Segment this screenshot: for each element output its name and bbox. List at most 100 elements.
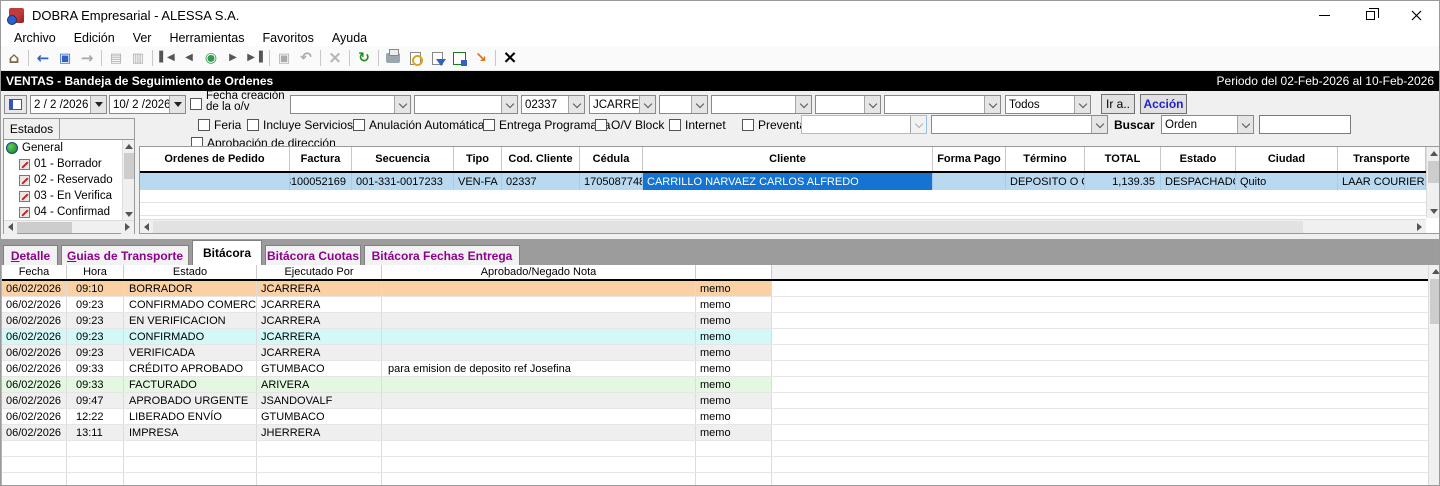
last-record-icon[interactable]: ▶▐ bbox=[244, 48, 266, 68]
tab-bitacora-cuotas[interactable]: Bitácora Cuotas bbox=[265, 245, 361, 265]
accion-button[interactable]: Acción bbox=[1140, 94, 1187, 114]
forward-icon[interactable]: → bbox=[76, 48, 98, 68]
chevron-down-icon[interactable] bbox=[639, 96, 655, 113]
first-record-icon[interactable]: ▌◀ bbox=[156, 48, 178, 68]
checkbox-incluye-servicios[interactable]: Incluye Servicios bbox=[247, 117, 353, 133]
combo-filter-e[interactable] bbox=[815, 95, 881, 114]
memo-cell[interactable]: memo bbox=[696, 345, 772, 360]
scroll-up-icon[interactable] bbox=[1427, 147, 1440, 160]
chevron-down-icon[interactable] bbox=[501, 96, 517, 113]
search-globe-icon[interactable]: ◉ bbox=[200, 48, 222, 68]
scroll-down-icon[interactable] bbox=[1427, 205, 1440, 218]
bitacora-row[interactable]: 06/02/2026 12:22 LIBERADO ENVÍO GTUMBACO… bbox=[2, 409, 1429, 425]
checkbox-box[interactable] bbox=[742, 119, 754, 131]
memo-cell[interactable] bbox=[696, 441, 772, 456]
tab-bitacora[interactable]: Bitácora bbox=[192, 240, 262, 265]
combo-filter-h[interactable] bbox=[931, 115, 1108, 134]
chevron-down-icon[interactable] bbox=[864, 96, 880, 113]
checkbox-feria[interactable]: Feria bbox=[198, 117, 241, 133]
combo-filter-c[interactable] bbox=[659, 95, 708, 114]
checkbox-box[interactable] bbox=[353, 119, 365, 131]
tree-node-estado[interactable]: 03 - En Verifica bbox=[4, 188, 134, 204]
back-icon[interactable]: ← bbox=[32, 48, 54, 68]
close-view-icon[interactable]: × bbox=[499, 48, 521, 68]
checkbox-box[interactable] bbox=[483, 119, 495, 131]
date-from-picker[interactable]: 2 / 2 /2026 bbox=[30, 95, 107, 114]
memo-cell[interactable]: memo bbox=[696, 281, 772, 296]
cell-secuencia[interactable]: 001-331-0017233 bbox=[352, 173, 454, 190]
tab-bitacora-fechas-entrega[interactable]: Bitácora Fechas Entrega bbox=[364, 245, 520, 265]
combo-vendedor[interactable]: JCARRER bbox=[589, 95, 656, 114]
tree-node-estado[interactable]: 01 - Borrador bbox=[4, 156, 134, 172]
scroll-right-icon[interactable] bbox=[121, 221, 134, 234]
order-row-selected[interactable]: 3100052169 001-331-0017233 VEN-FA 02337 … bbox=[140, 173, 1439, 190]
checkbox-box[interactable] bbox=[198, 119, 210, 131]
combo-filter-b[interactable] bbox=[414, 95, 518, 114]
dropdown-arrow-icon[interactable] bbox=[169, 96, 185, 113]
chevron-down-icon[interactable] bbox=[691, 96, 707, 113]
column-selector-button[interactable] bbox=[4, 95, 27, 114]
orders-grid-vscrollbar[interactable] bbox=[1426, 147, 1439, 218]
bitacora-row[interactable] bbox=[2, 457, 1429, 473]
minimize-button[interactable] bbox=[1301, 1, 1347, 29]
chevron-down-icon[interactable] bbox=[795, 96, 811, 113]
cell-tipo[interactable]: VEN-FA bbox=[454, 173, 502, 190]
delete-icon[interactable]: × bbox=[324, 48, 346, 68]
chevron-down-icon[interactable] bbox=[1074, 96, 1090, 113]
cell-factura[interactable]: 3100052169 bbox=[290, 173, 352, 190]
tab-estados[interactable]: Estados bbox=[4, 119, 60, 139]
buscar-input[interactable] bbox=[1259, 115, 1351, 134]
scroll-up-icon[interactable] bbox=[1429, 265, 1440, 278]
memo-cell[interactable] bbox=[696, 457, 772, 472]
previous-record-icon[interactable]: ◀ bbox=[178, 48, 200, 68]
new-document-icon[interactable]: ▤ bbox=[105, 48, 127, 68]
memo-cell[interactable]: memo bbox=[696, 329, 772, 344]
estados-tree-hscrollbar[interactable] bbox=[4, 220, 134, 233]
menu-item[interactable]: Favoritos bbox=[253, 31, 322, 45]
tree-node-estado[interactable]: 04 - Confirmad bbox=[4, 204, 134, 220]
memo-cell[interactable]: memo bbox=[696, 393, 772, 408]
chevron-down-icon[interactable] bbox=[1091, 116, 1107, 133]
memo-cell[interactable]: memo bbox=[696, 425, 772, 440]
bitacora-row[interactable]: 06/02/2026 09:23 VERIFICADA JCARRERA mem… bbox=[2, 345, 1429, 361]
export-data-icon[interactable]: ↘ bbox=[470, 48, 492, 68]
memo-cell[interactable]: memo bbox=[696, 297, 772, 312]
tree-node-general[interactable]: General bbox=[4, 140, 134, 156]
date-to-picker[interactable]: 10/ 2 /2026 bbox=[109, 95, 186, 114]
combo-buscar-tipo[interactable]: Orden bbox=[1161, 115, 1254, 134]
memo-cell[interactable]: memo bbox=[696, 361, 772, 376]
combo-cod-cliente[interactable]: 02337 bbox=[521, 95, 585, 114]
close-button[interactable] bbox=[1393, 1, 1439, 29]
document-properties-icon[interactable]: ▥ bbox=[127, 48, 149, 68]
export-excel-icon[interactable] bbox=[448, 48, 470, 68]
scroll-down-icon[interactable] bbox=[123, 208, 134, 220]
checkbox-box[interactable] bbox=[669, 119, 681, 131]
memo-cell[interactable]: memo bbox=[696, 409, 772, 424]
menu-item[interactable]: Archivo bbox=[5, 31, 65, 45]
bitacora-row[interactable]: 06/02/2026 09:33 FACTURADO ARIVERA memo bbox=[2, 377, 1429, 393]
next-record-icon[interactable]: ▶ bbox=[222, 48, 244, 68]
scroll-thumb[interactable] bbox=[17, 222, 72, 233]
scroll-left-icon[interactable] bbox=[4, 221, 17, 234]
memo-cell[interactable] bbox=[696, 473, 772, 486]
scroll-thumb[interactable] bbox=[153, 221, 1303, 233]
menu-item[interactable]: Ver bbox=[124, 31, 161, 45]
print-preview-icon[interactable] bbox=[404, 48, 426, 68]
checkbox-box[interactable] bbox=[595, 119, 607, 131]
bitacora-row[interactable]: 06/02/2026 09:33 CRÉDITO APROBADO GTUMBA… bbox=[2, 361, 1429, 377]
cell-ordenes-pedido[interactable] bbox=[140, 173, 290, 190]
dropdown-arrow-icon[interactable] bbox=[90, 96, 106, 113]
bitacora-row[interactable] bbox=[2, 473, 1429, 486]
memo-cell[interactable]: memo bbox=[696, 377, 772, 392]
scroll-thumb[interactable] bbox=[124, 153, 134, 179]
home-icon[interactable]: ⌂ bbox=[3, 48, 25, 68]
chevron-down-icon[interactable] bbox=[394, 96, 410, 113]
tree-node-estado[interactable]: 02 - Reservado bbox=[4, 172, 134, 188]
checkbox-anulacion-automatica[interactable]: Anulación Automática bbox=[353, 117, 484, 133]
undo-icon[interactable]: ↶ bbox=[295, 48, 317, 68]
combo-filter-d[interactable] bbox=[711, 95, 812, 114]
checkbox-box[interactable] bbox=[247, 119, 259, 131]
orders-grid-hscrollbar[interactable] bbox=[140, 219, 1426, 233]
estados-tree-vscrollbar[interactable] bbox=[122, 140, 134, 220]
cell-ciudad[interactable]: Quito bbox=[1236, 173, 1338, 190]
